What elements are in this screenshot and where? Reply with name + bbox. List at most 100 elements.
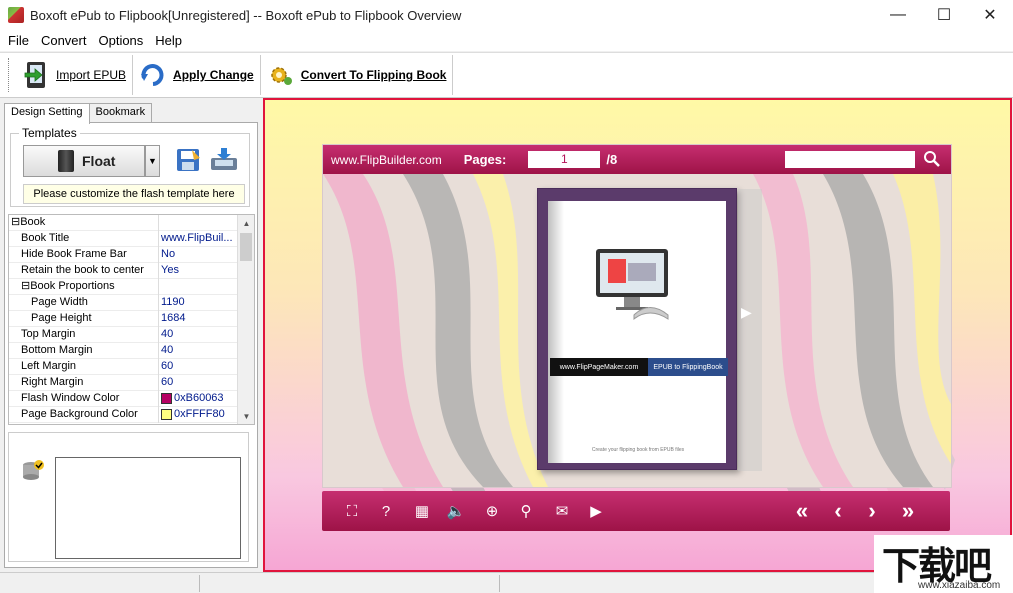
- property-value[interactable]: 1190: [159, 295, 238, 310]
- status-cell-1: [0, 575, 200, 592]
- search-icon[interactable]: ⚲: [516, 501, 536, 521]
- watermark-url: www.xiazaiba.com: [918, 580, 1001, 591]
- property-row[interactable]: Page Background Color 0xFFFF80: [9, 407, 238, 423]
- property-value[interactable]: 60: [159, 375, 238, 390]
- property-value[interactable]: www.FlipBuil...: [159, 231, 238, 246]
- property-value-text: www.FlipBuil...: [161, 232, 233, 244]
- property-value-text: No: [161, 248, 176, 260]
- maximize-button[interactable]: ☐: [921, 0, 967, 30]
- viewer-search-input[interactable]: [785, 151, 915, 168]
- autoplay-icon[interactable]: ▶: [586, 501, 606, 521]
- color-swatch: [161, 409, 172, 420]
- property-value-text: 60: [161, 376, 174, 388]
- app-icon: [8, 7, 24, 23]
- property-row[interactable]: Flash Window Color 0xB60063: [9, 391, 238, 407]
- email-icon[interactable]: ✉: [552, 501, 572, 521]
- property-name: Retain the book to center: [9, 263, 159, 279]
- property-value[interactable]: No: [159, 247, 238, 262]
- flipbook-viewer: www.FlipBuilder.com Pages: 1 /8 www.Flip…: [322, 144, 952, 488]
- templates-group: Templates Float ▼ Please customize the f…: [10, 126, 250, 207]
- property-row[interactable]: Right Margin 60: [9, 375, 238, 391]
- property-row[interactable]: Top Margin 40: [9, 327, 238, 343]
- panel-tabs: Design Setting Bookmark: [4, 103, 153, 124]
- property-row[interactable]: Bottom Margin 40: [9, 343, 238, 359]
- sound-icon[interactable]: 🔈: [446, 501, 466, 521]
- property-name: Page Width: [9, 295, 159, 311]
- property-row[interactable]: ⊟Book Proportions: [9, 279, 238, 295]
- flip-next-arrow-icon[interactable]: ▶: [741, 304, 752, 321]
- cover-spine-shadow: [548, 201, 564, 463]
- viewer-search-button[interactable]: [923, 150, 941, 168]
- last-page-icon[interactable]: »: [898, 498, 918, 523]
- zoom-in-icon[interactable]: ⊕: [482, 501, 502, 521]
- viewer-top-bar: www.FlipBuilder.com Pages: 1 /8: [323, 145, 951, 174]
- property-row[interactable]: Retain the book to center Yes: [9, 263, 238, 279]
- template-dropdown-button[interactable]: ▼: [145, 145, 160, 177]
- property-row[interactable]: Page Width 1190: [9, 295, 238, 311]
- cover-page: [548, 201, 726, 463]
- property-value[interactable]: 60: [159, 359, 238, 374]
- property-value[interactable]: Yes: [159, 263, 238, 278]
- tab-bookmark[interactable]: Bookmark: [88, 103, 153, 123]
- template-hint[interactable]: Please customize the flash template here: [23, 184, 245, 204]
- window-controls: — ☐ ✕: [875, 0, 1013, 30]
- fullscreen-icon[interactable]: ⛶: [342, 501, 362, 521]
- property-value[interactable]: [159, 279, 238, 294]
- search-icon: [924, 151, 940, 167]
- toolbar-grip: [8, 58, 12, 92]
- preview-box: [8, 432, 249, 562]
- property-value[interactable]: [159, 215, 238, 230]
- load-template-button[interactable]: [209, 146, 239, 174]
- property-row[interactable]: Hide Book Frame Bar No: [9, 247, 238, 263]
- apply-change-button[interactable]: Apply Change: [133, 55, 261, 95]
- page-number-input[interactable]: 1: [528, 151, 601, 168]
- tab-design-setting[interactable]: Design Setting: [4, 103, 90, 124]
- close-button[interactable]: ✕: [967, 0, 1013, 30]
- property-row[interactable]: Book Title www.FlipBuil...: [9, 231, 238, 247]
- scroll-thumb[interactable]: [240, 233, 252, 261]
- book-stage: www.FlipPageMaker.com EPUB to FlippingBo…: [323, 174, 951, 487]
- menu-options[interactable]: Options: [92, 33, 149, 48]
- property-value-text: 1190: [161, 296, 185, 308]
- scroll-up-arrow[interactable]: ▲: [238, 215, 254, 231]
- property-value[interactable]: 40: [159, 343, 238, 358]
- database-check-icon: [21, 459, 45, 483]
- template-name: Float: [82, 153, 116, 169]
- menu-file[interactable]: File: [2, 33, 35, 48]
- first-page-icon[interactable]: «: [792, 498, 812, 523]
- property-value-text: 0xB60063: [174, 392, 224, 404]
- apply-change-label: Apply Change: [173, 68, 254, 82]
- property-value[interactable]: 1684: [159, 311, 238, 326]
- design-panel: Design Setting Bookmark Templates Float …: [0, 99, 262, 572]
- book-cover[interactable]: www.FlipPageMaker.com EPUB to FlippingBo…: [537, 188, 762, 471]
- templates-label: Templates: [19, 126, 80, 140]
- flipbook-preview: www.FlipBuilder.com Pages: 1 /8 www.Flip…: [263, 98, 1012, 572]
- next-page-icon[interactable]: ›: [862, 498, 882, 523]
- property-scrollbar[interactable]: ▲ ▼: [237, 215, 254, 424]
- menu-help[interactable]: Help: [149, 33, 188, 48]
- import-epub-button[interactable]: Import EPUB: [16, 55, 134, 95]
- save-template-button[interactable]: [175, 146, 203, 174]
- prev-page-icon[interactable]: ‹: [828, 498, 848, 523]
- convert-button[interactable]: Convert To Flipping Book: [261, 55, 454, 95]
- viewer-brand-link[interactable]: www.FlipBuilder.com: [331, 153, 442, 167]
- minimize-button[interactable]: —: [875, 0, 921, 30]
- property-value[interactable]: 0xB60063: [159, 391, 238, 406]
- help-icon[interactable]: ?: [376, 501, 396, 521]
- scroll-down-arrow[interactable]: ▼: [238, 408, 254, 424]
- property-value[interactable]: 40: [159, 327, 238, 342]
- template-select[interactable]: Float: [23, 145, 145, 177]
- property-row[interactable]: ⊟Book: [9, 215, 238, 231]
- property-row[interactable]: Left Margin 60: [9, 359, 238, 375]
- title-bar: Boxoft ePub to Flipbook[Unregistered] --…: [0, 0, 1013, 30]
- book-page-edge: [738, 189, 762, 471]
- cover-band-left: www.FlipPageMaker.com: [550, 358, 648, 376]
- thumbnails-icon[interactable]: ▦: [412, 501, 432, 521]
- property-row[interactable]: Page Height 1684: [9, 311, 238, 327]
- template-preview: [55, 457, 241, 559]
- pages-label: Pages:: [463, 152, 507, 167]
- property-name: Flash Window Color: [9, 391, 159, 407]
- property-value[interactable]: 0xFFFF80: [159, 407, 238, 422]
- menu-convert[interactable]: Convert: [35, 33, 93, 48]
- property-grid: ⊟Book Book Title www.FlipBuil... Hide Book …: [8, 214, 255, 425]
